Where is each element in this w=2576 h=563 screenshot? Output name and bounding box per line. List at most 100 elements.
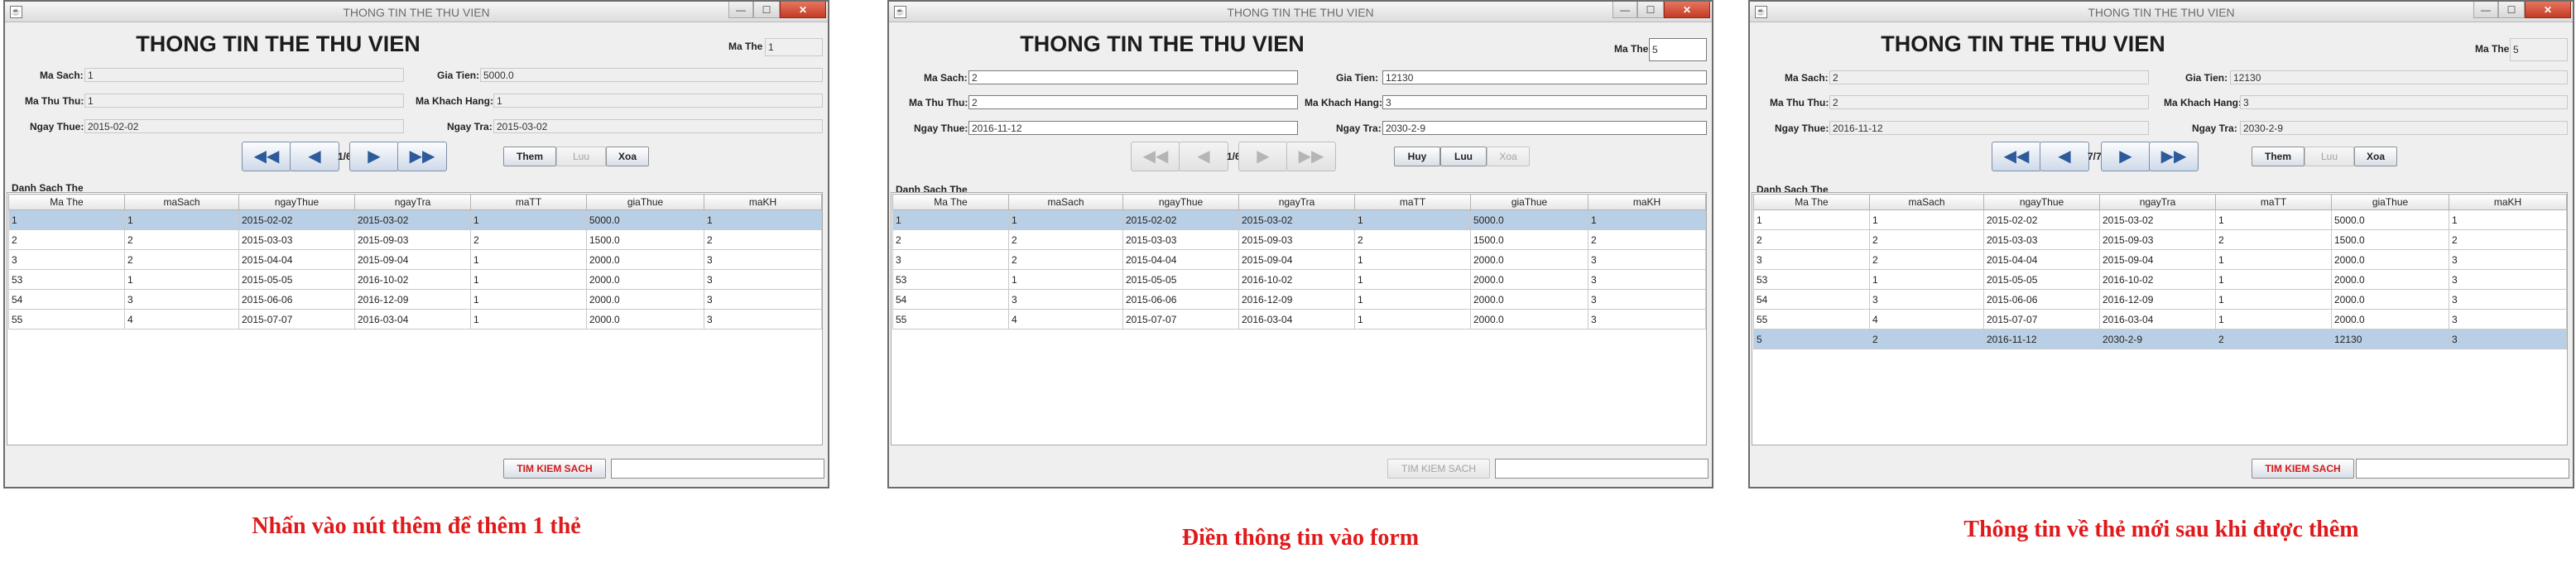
column-header[interactable]: ngayThue [1122,194,1239,210]
column-header[interactable]: ngayThue [1983,194,2100,210]
title-bar[interactable]: ☕ THONG TIN THE THU VIEN — ☐ ✕ [5,2,828,22]
last-record-button[interactable]: ▶▶ [1286,142,1336,171]
search-input[interactable] [2356,459,2569,479]
previous-record-button[interactable]: ◀ [290,142,339,171]
ma-the-field[interactable]: 5 [1649,38,1707,61]
previous-record-button[interactable]: ◀ [1179,142,1228,171]
column-header[interactable]: ngayTra [2099,194,2216,210]
previous-record-button[interactable]: ◀ [2040,142,2089,171]
title-bar[interactable]: ☕ THONG TIN THE THU VIEN — ☐ ✕ [1750,2,2573,22]
ma-sach-field[interactable]: 1 [84,68,404,82]
gia-tien-field[interactable]: 5000.0 [480,68,823,82]
last-record-button[interactable]: ▶▶ [2149,142,2199,171]
column-header[interactable]: maSach [1869,194,1984,210]
minimize-button[interactable]: — [2473,2,2498,18]
save-button[interactable]: Luu [2304,147,2354,166]
ma-the-field[interactable]: 1 [765,38,823,56]
cancel-button[interactable]: Huy [1394,147,1440,166]
maximize-button[interactable]: ☐ [2498,2,2525,18]
column-header[interactable]: ngayTra [354,194,471,210]
column-header[interactable]: maKH [2449,194,2567,210]
ngay-tra-field[interactable]: 2030-2-9 [2240,121,2568,135]
table-row[interactable]: 53 1 2015-05-05 2016-10-02 1 2000.0 3 [892,269,1706,290]
ma-thu-thu-field[interactable]: 1 [84,94,404,108]
table-row[interactable]: 3 2 2015-04-04 2015-09-04 1 2000.0 3 [892,249,1706,270]
ma-khach-hang-field[interactable]: 3 [2240,95,2568,109]
column-header[interactable]: maTT [2215,194,2332,210]
close-button[interactable]: ✕ [1664,2,1710,18]
column-header[interactable]: giaThue [2331,194,2449,210]
column-header[interactable]: maSach [1008,194,1123,210]
ma-sach-field[interactable]: 2 [968,70,1298,84]
column-header[interactable]: maKH [704,194,822,210]
save-button[interactable]: Luu [1440,147,1487,166]
search-books-button[interactable]: TIM KIEM SACH [503,459,606,479]
table-row[interactable]: 55 4 2015-07-07 2016-03-04 1 2000.0 3 [8,309,822,330]
next-record-button[interactable]: ▶ [2101,142,2151,171]
add-button[interactable]: Them [503,147,556,166]
ngay-tra-field[interactable]: 2030-2-9 [1382,121,1707,135]
ma-the-field[interactable]: 5 [2510,38,2568,61]
table-row-selected[interactable]: 5 2 2016-11-12 2030-2-9 2 12130 3 [1753,329,2567,349]
maximize-button[interactable]: ☐ [753,2,780,18]
close-button[interactable]: ✕ [2525,2,2571,18]
ma-khach-hang-field[interactable]: 3 [1382,95,1707,109]
table-row[interactable]: 3 2 2015-04-04 2015-09-04 1 2000.0 3 [1753,249,2567,270]
table-row[interactable]: 55 4 2015-07-07 2016-03-04 1 2000.0 3 [892,309,1706,330]
delete-button[interactable]: Xoa [1487,147,1530,166]
column-header[interactable]: maTT [470,194,587,210]
delete-button[interactable]: Xoa [2354,147,2397,166]
minimize-button[interactable]: — [728,2,753,18]
column-header[interactable]: ngayTra [1238,194,1355,210]
column-header[interactable]: giaThue [1470,194,1588,210]
minimize-button[interactable]: — [1612,2,1637,18]
table-row[interactable]: 2 2 2015-03-03 2015-09-03 2 1500.0 2 [892,229,1706,250]
ngay-thue-field[interactable]: 2015-02-02 [84,119,404,133]
column-header[interactable]: Ma The [1753,194,1870,210]
search-books-button[interactable]: TIM KIEM SACH [1387,459,1490,479]
table-row[interactable]: 2 2 2015-03-03 2015-09-03 2 1500.0 2 [8,229,822,250]
title-bar[interactable]: ☕ THONG TIN THE THU VIEN — ☐ ✕ [889,2,1712,22]
search-books-button[interactable]: TIM KIEM SACH [2252,459,2354,479]
table-row-selected[interactable]: 1 1 2015-02-02 2015-03-02 1 5000.0 1 [892,209,1706,230]
table-row[interactable]: 1 1 2015-02-02 2015-03-02 1 5000.0 1 [1753,209,2567,230]
column-header[interactable]: ngayThue [238,194,355,210]
next-record-button[interactable]: ▶ [1238,142,1288,171]
table-row[interactable]: 55 4 2015-07-07 2016-03-04 1 2000.0 3 [1753,309,2567,330]
delete-button[interactable]: Xoa [606,147,649,166]
table-row-selected[interactable]: 1 1 2015-02-02 2015-03-02 1 5000.0 1 [8,209,822,230]
gia-tien-field[interactable]: 12130 [1382,70,1707,84]
table-row[interactable]: 2 2 2015-03-03 2015-09-03 2 1500.0 2 [1753,229,2567,250]
ngay-thue-field[interactable]: 2016-11-12 [1829,121,2149,135]
table-row[interactable]: 3 2 2015-04-04 2015-09-04 1 2000.0 3 [8,249,822,270]
first-record-button[interactable]: ◀◀ [242,142,291,171]
first-record-button[interactable]: ◀◀ [1131,142,1180,171]
table-row[interactable]: 54 3 2015-06-06 2016-12-09 1 2000.0 3 [1753,289,2567,310]
last-record-button[interactable]: ▶▶ [397,142,447,171]
table-row[interactable]: 54 3 2015-06-06 2016-12-09 1 2000.0 3 [892,289,1706,310]
first-record-button[interactable]: ◀◀ [1992,142,2041,171]
ma-thu-thu-field[interactable]: 2 [1829,95,2149,109]
search-input[interactable] [611,459,824,479]
add-button[interactable]: Them [2252,147,2304,166]
column-header[interactable]: giaThue [586,194,704,210]
table-row[interactable]: 54 3 2015-06-06 2016-12-09 1 2000.0 3 [8,289,822,310]
column-header[interactable]: Ma The [892,194,1009,210]
ngay-thue-field[interactable]: 2016-11-12 [968,121,1298,135]
next-record-button[interactable]: ▶ [349,142,399,171]
save-button[interactable]: Luu [556,147,606,166]
column-header[interactable]: maKH [1588,194,1706,210]
table-row[interactable]: 53 1 2015-05-05 2016-10-02 1 2000.0 3 [8,269,822,290]
table-row[interactable]: 53 1 2015-05-05 2016-10-02 1 2000.0 3 [1753,269,2567,290]
ma-thu-thu-field[interactable]: 2 [968,95,1298,109]
search-input[interactable] [1495,459,1709,479]
ngay-tra-field[interactable]: 2015-03-02 [493,119,823,133]
gia-tien-field[interactable]: 12130 [2230,70,2568,84]
column-header[interactable]: maTT [1354,194,1471,210]
column-header[interactable]: Ma The [8,194,125,210]
column-header[interactable]: maSach [124,194,239,210]
ma-sach-field[interactable]: 2 [1829,70,2149,84]
ma-khach-hang-field[interactable]: 1 [493,94,823,108]
close-button[interactable]: ✕ [780,2,826,18]
maximize-button[interactable]: ☐ [1637,2,1664,18]
